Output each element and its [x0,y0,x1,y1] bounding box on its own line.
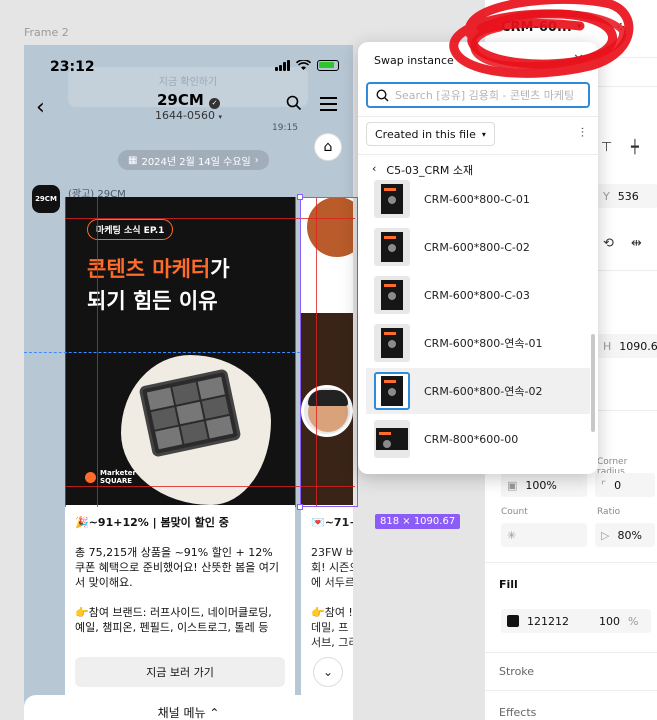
chevron-right-icon: › [254,154,259,166]
component-item-label: CRM-600*800-C-01 [424,192,530,206]
divider [485,562,657,563]
chevron-up-icon: ⌃ [209,706,220,720]
corner-radius-field[interactable]: ⌜ 0 [595,473,655,497]
resize-handle[interactable] [297,504,303,510]
hamburger-menu-icon[interactable] [320,97,337,115]
wifi-icon [296,59,311,70]
fill-field[interactable]: 121212 100% [501,609,651,633]
selection-size-badge: 818 × 1090.67 [375,514,461,529]
component-thumbnail [374,180,410,218]
chevron-down-icon: ▾ [218,113,222,121]
card2-line: 데밀, 프 [311,621,349,634]
resize-handle[interactable] [297,194,303,200]
status-time: 23:12 [50,59,95,75]
component-item-label: CRM-600*800-C-02 [424,240,530,254]
verified-icon: ✓ [209,98,221,109]
search-input[interactable] [395,88,585,102]
component-item[interactable]: CRM-600*800-C-03 [366,272,590,318]
chevron-down-icon[interactable]: ⌄ [313,657,343,687]
search-icon [376,88,389,101]
card-body-1: 🎉~91+12% | 봄맞이 할인 중 총 75,215개 상품을 ~91% 할… [75,515,285,635]
y-field[interactable]: Y 536 [597,184,657,208]
cta-button[interactable]: 지금 보러 가기 [75,657,285,687]
component-thumbnail [374,420,410,458]
align-middle-icon[interactable]: ┿ [631,140,639,155]
signal-icon [275,59,290,71]
settings-sliders-icon[interactable]: ⫶ [581,126,584,141]
flip-horizontal-icon[interactable]: ⇹ [631,236,642,251]
scale-field[interactable]: ▣ 100% [501,473,587,497]
swap-instance-popover[interactable]: Swap instance ✕ Created in this file▾ ⫶ … [358,42,598,474]
star-icon: ✳ [507,528,517,542]
banner-tag: 마케팅 소식 EP.1 [87,219,174,240]
count-field[interactable]: ✳ [501,523,587,547]
divider [358,116,598,117]
h-field[interactable]: H1090.67 [597,334,657,358]
component-item[interactable]: CRM-600*800-연속-02 [366,368,590,414]
component-thumbnail [374,324,410,362]
divider [485,690,657,691]
chevron-down-icon: ▾ [481,129,486,139]
card-paragraph-2: 👉참여 브랜드: 러프사이드, 네이머클로딩, 예일, 챔피온, 펜필드, 이스… [75,606,272,634]
frame-label[interactable]: Frame 2 [24,26,69,39]
component-item[interactable]: CRM-800*600-00 [366,416,590,462]
component-thumbnail [374,372,410,410]
divider [485,652,657,653]
card2-line: 👉참여 ! [311,606,353,619]
ratio-label: Ratio [597,507,621,517]
count-label: Count [501,507,528,517]
status-bar: 23:12 [24,57,353,79]
avatar[interactable]: 29CM [32,185,60,213]
component-item-label: CRM-600*800-연속-02 [424,385,543,398]
home-icon[interactable]: ⌂ [314,133,342,161]
banner-image-1[interactable]: 마케팅 소식 EP.1 콘텐츠 마케터가 되기 힘든 이유 Marketer SQU… [65,197,295,505]
channel-name: 29CM ✓ [24,91,353,109]
channel-phone: 1644-0560 ▾ [155,109,222,122]
component-thumbnail [374,228,410,266]
selection-box[interactable] [300,197,358,507]
component-item[interactable]: CRM-600*800-연속-01 [366,320,590,366]
card-headline: 🎉~91+12% | 봄맞이 할인 중 [75,516,229,529]
search-icon[interactable] [286,95,302,111]
card2-headline: 💌~71+ [311,516,353,529]
component-list[interactable]: CRM-600*800-C-01 CRM-600*800-C-02 CRM-600*… [366,180,590,474]
fill-title: Fill [499,578,518,591]
message-time: 19:15 [272,123,298,133]
marketer-square-logo: Marketer SQUARE [85,469,136,485]
align-top-icon[interactable]: ⊤ [601,140,612,155]
red-scribble-annotation [449,0,634,78]
card-paragraph-1: 총 75,215개 상품을 ~91% 할인 + 12% 쿠폰 혜택으로 준비했어… [75,546,280,589]
effects-title[interactable]: Effects [499,706,536,719]
card2-line: 서브, 그리 [311,636,353,649]
breadcrumb[interactable]: ‹ C5-03_CRM 소재 [372,162,473,178]
stroke-title[interactable]: Stroke [499,665,534,678]
card2-line: 에 서두르 [311,576,353,589]
fill-swatch [507,615,519,627]
scrollbar[interactable] [591,334,595,432]
rotate-icon[interactable]: ⟲ [603,236,614,251]
search-field[interactable] [366,82,590,108]
card2-line: 회! 시즌오 [311,561,353,574]
divider [358,154,598,155]
chat-header: ‹ 29CM ✓ 1644-0560 ▾ [24,89,353,123]
component-item[interactable]: CRM-600*800-C-01 [366,180,590,222]
card-body-2: 💌~71+ 23FW 버 회! 시즌오 에 서두르 👉참여 ! 데밀, 프 서브… [311,515,353,650]
component-thumbnail [374,276,410,314]
ratio-field[interactable]: ▷ 80% [595,523,655,547]
date-pill: ▦ 2024년 2월 14일 수요일 › [118,150,269,170]
banner-title: 콘텐츠 마케터가 되기 힘든 이유 [87,257,230,313]
calendar-icon: ▦ [128,154,138,166]
component-item-label: CRM-600*800-연속-01 [424,337,543,350]
status-icons [275,59,339,71]
card2-line: 23FW 버 [311,546,353,559]
component-item[interactable]: CRM-600*800-C-02 [366,224,590,270]
component-item-label: CRM-800*600-00 [424,432,519,446]
battery-icon [317,59,339,71]
carousel-card-1[interactable]: 마케팅 소식 EP.1 콘텐츠 마케터가 되기 힘든 이유 Marketer SQU… [65,197,295,720]
chevron-left-icon[interactable]: ‹ [372,162,376,178]
channel-menu-bar[interactable]: 채널 메뉴 ⌃ [24,695,353,720]
library-filter-dropdown[interactable]: Created in this file ▾ [366,122,495,146]
smart-guide [24,352,300,353]
component-item-label: CRM-600*800-C-03 [424,288,530,302]
